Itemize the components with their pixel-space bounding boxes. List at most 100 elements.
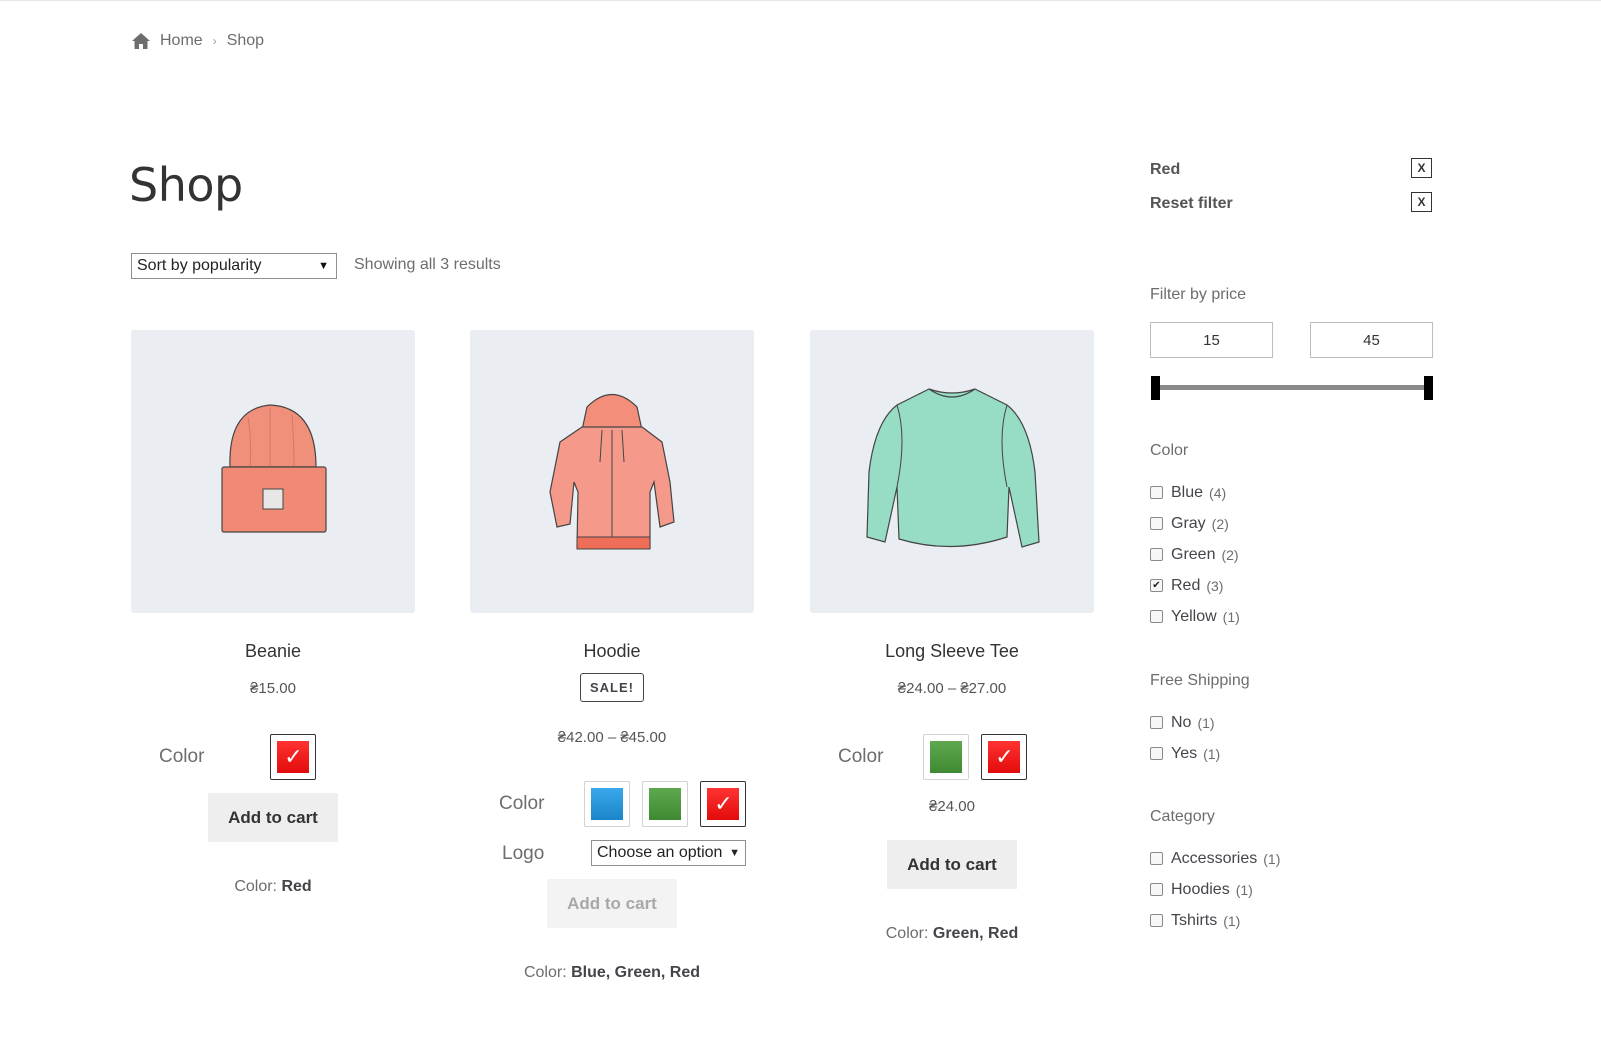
product-color-meta: Color: Green, Red	[810, 925, 1094, 943]
price-min-input[interactable]: 15	[1150, 322, 1273, 358]
filter-item-yes[interactable]: Yes (1)	[1150, 738, 1220, 769]
filter-label: Gray	[1171, 514, 1206, 532]
logo-label: Logo	[502, 843, 545, 864]
checkbox[interactable]	[1150, 914, 1163, 927]
chevron-down-icon: ▼	[318, 260, 329, 272]
home-icon[interactable]	[131, 32, 151, 50]
check-icon: ✓	[988, 741, 1021, 773]
check-icon: ✓	[707, 788, 740, 820]
chevron-down-icon: ▼	[729, 847, 740, 859]
swatch-green[interactable]	[642, 781, 689, 827]
filter-label: Hoodies	[1171, 880, 1230, 898]
shipping-filter-title: Free Shipping	[1150, 672, 1250, 689]
breadcrumb-home-link[interactable]: Home	[160, 32, 203, 50]
filter-item-no[interactable]: No (1)	[1150, 707, 1220, 738]
checkbox[interactable]	[1150, 852, 1163, 865]
check-icon: ✓	[277, 741, 310, 773]
swatch-label: Color	[499, 793, 545, 814]
beanie-image	[221, 403, 327, 533]
filter-count: (1)	[1222, 608, 1240, 625]
filter-item-blue[interactable]: Blue (4)	[1150, 477, 1240, 508]
filter-item-green[interactable]: Green (2)	[1150, 539, 1240, 570]
price-slider-min-handle[interactable]	[1151, 376, 1160, 400]
sort-select[interactable]: Sort by popularity ▼	[131, 253, 337, 279]
add-to-cart-button[interactable]: Add to cart	[887, 840, 1017, 889]
swatch-red[interactable]: ✓	[981, 734, 1028, 780]
sort-select-value: Sort by popularity	[137, 257, 262, 274]
product-card-hoodie: Hoodie SALE! ₴42.00 – ₴45.00	[470, 330, 754, 746]
color-swatches-hoodie: Color ✓	[499, 781, 758, 827]
filter-item-tshirts[interactable]: Tshirts (1)	[1150, 905, 1280, 936]
checkbox[interactable]	[1150, 548, 1163, 561]
filter-count: (2)	[1221, 546, 1239, 563]
swatch-blue[interactable]	[584, 781, 631, 827]
filter-label: Green	[1171, 545, 1216, 563]
breadcrumb-current: Shop	[226, 32, 265, 49]
meta-label: Color:	[234, 878, 282, 895]
shipping-filter-list: No (1) Yes (1)	[1150, 707, 1220, 769]
color-filter-list: Blue (4) Gray (2) Green (2) ✔ Red (3) Yellow (…	[1150, 477, 1240, 632]
product-price: ₴42.00 – ₴45.00	[557, 729, 667, 746]
swatch-fill	[930, 741, 963, 773]
swatch-red[interactable]: ✓	[700, 781, 747, 827]
filter-label: Tshirts	[1171, 911, 1218, 929]
reset-filter-button[interactable]: X	[1411, 192, 1432, 212]
product-image-hoodie[interactable]	[470, 330, 754, 613]
meta-label: Color:	[523, 964, 572, 981]
checkbox[interactable]	[1150, 610, 1163, 623]
color-filter-title: Color	[1150, 442, 1189, 459]
price-max-input[interactable]: 45	[1310, 322, 1433, 358]
price-filter-title: Filter by price	[1150, 286, 1247, 303]
product-image-long-sleeve-tee[interactable]	[810, 330, 1094, 613]
variation-price: ₴24.00	[929, 798, 975, 815]
checkbox[interactable]	[1150, 716, 1163, 729]
filter-label: Yellow	[1171, 607, 1217, 625]
breadcrumb: Home › Shop	[131, 32, 264, 50]
add-to-cart-button-disabled[interactable]: Add to cart	[547, 879, 677, 928]
product-price: ₴15.00	[250, 680, 296, 697]
add-to-cart-button[interactable]: Add to cart	[208, 793, 338, 842]
filter-item-red[interactable]: ✔ Red (3)	[1150, 570, 1240, 601]
product-color-meta: Color: Red	[131, 878, 415, 896]
swatch-label: Color	[159, 746, 205, 767]
swatch-green[interactable]	[923, 734, 970, 780]
product-image-beanie[interactable]	[131, 330, 415, 613]
hoodie-image	[549, 393, 675, 549]
filter-count: (1)	[1197, 714, 1215, 731]
checkbox[interactable]	[1150, 747, 1163, 760]
filter-count: (4)	[1209, 484, 1227, 501]
filter-label: Yes	[1171, 744, 1198, 762]
price-slider-max-handle[interactable]	[1424, 376, 1433, 400]
filter-item-accessories[interactable]: Accessories (1)	[1150, 843, 1280, 874]
color-swatches-long-sleeve-tee: Color ✓	[838, 734, 1039, 780]
color-swatches-beanie: Color ✓	[159, 734, 328, 780]
filter-label: Red	[1171, 576, 1201, 594]
filter-item-hoodies[interactable]: Hoodies (1)	[1150, 874, 1280, 905]
meta-value: Blue, Green, Red	[571, 964, 701, 981]
filter-item-gray[interactable]: Gray (2)	[1150, 508, 1240, 539]
swatch-red[interactable]: ✓	[270, 734, 317, 780]
checkbox[interactable]	[1150, 486, 1163, 499]
filter-label: Accessories	[1171, 849, 1258, 867]
active-filter-red[interactable]: Red	[1150, 161, 1180, 179]
logo-select[interactable]: Choose an option ▼	[591, 840, 746, 866]
long-sleeve-tee-image	[866, 387, 1040, 548]
product-title[interactable]: Long Sleeve Tee	[810, 641, 1094, 662]
swatch-fill	[591, 788, 624, 820]
filter-count: (2)	[1211, 515, 1229, 532]
checkbox[interactable]	[1150, 517, 1163, 530]
checkbox[interactable]	[1150, 883, 1163, 896]
reset-filter-link[interactable]: Reset filter	[1150, 195, 1233, 213]
filter-label: Blue	[1171, 483, 1204, 501]
meta-label: Color:	[885, 925, 933, 942]
product-color-meta: Color: Blue, Green, Red	[470, 964, 754, 982]
price-slider-track[interactable]	[1155, 385, 1428, 390]
remove-filter-red-button[interactable]: X	[1411, 158, 1432, 178]
swatch-fill	[649, 788, 682, 820]
product-title[interactable]: Hoodie	[470, 641, 754, 662]
checkbox-checked[interactable]: ✔	[1150, 579, 1163, 592]
product-title[interactable]: Beanie	[131, 641, 415, 662]
filter-count: (1)	[1235, 881, 1253, 898]
filter-label: No	[1171, 713, 1192, 731]
filter-item-yellow[interactable]: Yellow (1)	[1150, 601, 1240, 632]
